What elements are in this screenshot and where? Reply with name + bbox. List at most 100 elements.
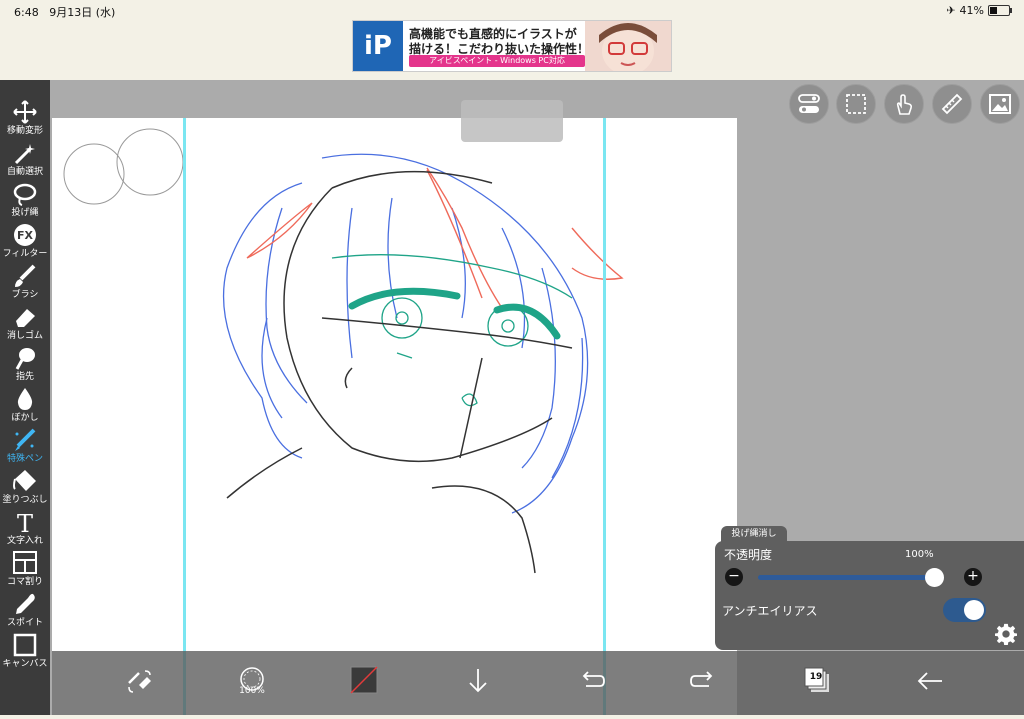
- tool-lasso[interactable]: 投げ縄: [0, 182, 50, 223]
- tool-magic-wand[interactable]: 自動選択: [0, 141, 50, 182]
- canvas-icon: [13, 633, 37, 657]
- selection-button[interactable]: [836, 84, 876, 124]
- opacity-decrease-button[interactable]: −: [725, 568, 743, 586]
- fill-bucket-icon: [13, 470, 36, 491]
- gesture-button[interactable]: [884, 84, 924, 124]
- tool-label: 塗りつぶし: [2, 495, 48, 505]
- status-right: ✈ 41%: [946, 4, 1012, 17]
- opacity-increase-button[interactable]: +: [964, 568, 982, 586]
- tool-move-transform[interactable]: 移動変形: [0, 100, 50, 141]
- layers-button[interactable]: 19: [797, 661, 837, 701]
- ad-banner[interactable]: iP 高機能でも直感的にイラストが 描ける！こだわり抜いた操作性！ アイビスペイ…: [352, 20, 672, 72]
- current-color-swatch: [350, 666, 378, 694]
- ad-line-3: アイビスペイント - Windows PC対応: [409, 55, 585, 67]
- arrow-down-icon: [469, 669, 487, 693]
- antialias-label: アンチエイリアス: [722, 604, 818, 618]
- tool-frame-divider[interactable]: コマ割り: [0, 551, 50, 592]
- redo-icon: [690, 671, 713, 687]
- tool-label: フィルター: [2, 249, 48, 259]
- magic-wand-icon: [14, 144, 35, 165]
- tool-label: ぼかし: [11, 413, 39, 423]
- tool-brush[interactable]: ブラシ: [0, 264, 50, 305]
- tool-text[interactable]: T 文字入れ: [0, 510, 50, 551]
- tool-canvas[interactable]: キャンバス: [0, 633, 50, 674]
- down-arrow-button[interactable]: [458, 661, 498, 701]
- move-transform-icon: [13, 100, 37, 124]
- gesture-hand-icon: [896, 94, 913, 115]
- selection-icon: [846, 94, 866, 114]
- antialias-toggle[interactable]: [943, 598, 986, 622]
- special-pen-icon: [15, 428, 36, 451]
- fx-filter-icon: FX: [14, 224, 36, 246]
- tool-label: 指先: [15, 372, 34, 382]
- guide-line-left: [183, 118, 186, 715]
- arrow-left-icon: [917, 672, 942, 690]
- brush-size-button[interactable]: 100%: [232, 661, 272, 701]
- toggle-knob: [964, 600, 984, 620]
- tool-label: 文字入れ: [6, 536, 43, 546]
- tool-label: 消しゴム: [6, 331, 43, 341]
- eyedropper-icon: [16, 593, 35, 614]
- swap-pen-eraser-button[interactable]: [119, 661, 159, 701]
- status-date: 9月13日 (水): [49, 6, 116, 19]
- airplane-icon: ✈: [946, 4, 956, 17]
- bottom-toolbar: 100% 19: [52, 651, 1024, 715]
- tool-label: 特殊ペン: [6, 454, 43, 464]
- text-icon: T: [17, 510, 33, 534]
- reference-image-button[interactable]: [980, 84, 1020, 124]
- tool-label: ブラシ: [11, 290, 39, 300]
- lasso-icon: [13, 183, 37, 206]
- ruler-button[interactable]: [932, 84, 972, 124]
- tool-label: キャンバス: [2, 659, 48, 669]
- redo-button[interactable]: [684, 661, 724, 701]
- fx-icon-text: FX: [17, 229, 34, 242]
- tool-smudge[interactable]: 指先: [0, 346, 50, 387]
- battery-fill: [990, 7, 997, 14]
- gear-icon[interactable]: [995, 623, 1017, 645]
- finger-smudge-icon: [15, 348, 35, 370]
- swap-pen-eraser-icon: [128, 670, 151, 693]
- layer-settings-button[interactable]: [789, 84, 829, 124]
- eraser-icon: [16, 309, 35, 327]
- sketch-artwork: [63, 128, 624, 574]
- tool-label: スポイト: [6, 618, 43, 628]
- frame-divider-icon: [13, 551, 37, 574]
- ad-character-image: [585, 21, 671, 71]
- undo-button[interactable]: [571, 661, 611, 701]
- ad-logo: iP: [353, 21, 403, 71]
- status-bar: 6:48 9月13日 (水) ✈ 41%: [0, 0, 1024, 20]
- color-button[interactable]: [345, 661, 385, 701]
- drawing-canvas[interactable]: [52, 118, 737, 715]
- lasso-settings-panel: 不透明度 100% − + アンチエイリアス: [715, 541, 1024, 650]
- ruler-icon: [941, 93, 963, 115]
- undo-icon: [582, 671, 605, 687]
- toggle-settings-icon: [798, 94, 820, 113]
- text-icon-glyph: T: [17, 510, 33, 534]
- status-time: 6:48 9月13日 (水): [14, 6, 116, 19]
- opacity-slider-knob[interactable]: [925, 568, 944, 587]
- tool-label: 自動選択: [6, 167, 43, 177]
- floating-overlay-button[interactable]: [461, 100, 563, 142]
- opacity-value: 100%: [905, 549, 934, 560]
- tool-filter[interactable]: FX フィルター: [0, 223, 50, 264]
- image-icon: [989, 94, 1011, 114]
- tool-special-pen[interactable]: 特殊ペン: [0, 428, 50, 469]
- lasso-panel-tab: 投げ縄消し: [721, 526, 787, 542]
- opacity-slider[interactable]: [758, 568, 944, 587]
- tool-blur[interactable]: ぼかし: [0, 387, 50, 428]
- brush-icon: [15, 264, 36, 287]
- battery-percent: 41%: [959, 4, 984, 17]
- blur-drop-icon: [17, 388, 33, 410]
- tool-eraser[interactable]: 消しゴム: [0, 305, 50, 346]
- battery-icon: [988, 5, 1012, 16]
- tool-label: 投げ縄: [11, 208, 39, 218]
- opacity-label: 不透明度: [724, 548, 773, 562]
- back-button[interactable]: [910, 661, 950, 701]
- tool-fill[interactable]: 塗りつぶし: [0, 469, 50, 510]
- tool-label: 移動変形: [6, 126, 43, 136]
- layer-count: 19: [809, 672, 823, 682]
- brush-opacity-label: 100%: [239, 686, 265, 696]
- guide-line-right: [603, 118, 606, 715]
- tool-eyedropper[interactable]: スポイト: [0, 592, 50, 633]
- tool-label: コマ割り: [6, 577, 43, 587]
